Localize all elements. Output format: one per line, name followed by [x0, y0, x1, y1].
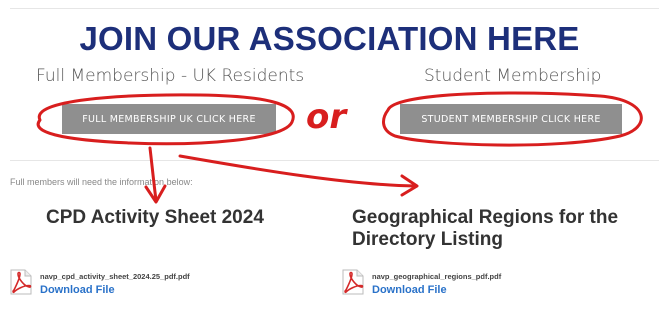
arrow-to-cpd — [148, 146, 158, 202]
regions-file-attachment: navp_geographical_regions_pdf.pdf Downlo… — [340, 268, 501, 296]
geographical-regions-title: Geographical Regions for the Directory L… — [352, 207, 619, 250]
full-membership-uk-button[interactable]: FULL MEMBERSHIP UK CLICK HERE — [62, 104, 276, 134]
regions-file-name: navp_geographical_regions_pdf.pdf — [372, 272, 502, 281]
page-headline: JOIN OUR ASSOCIATION HERE — [79, 20, 580, 57]
pdf-file-icon — [342, 269, 364, 295]
regions-download-link[interactable]: Download File — [372, 284, 501, 296]
or-annotation: or — [306, 97, 348, 137]
cpd-download-link[interactable]: Download File — [40, 284, 190, 296]
pdf-file-icon — [10, 269, 32, 295]
cpd-file-attachment: navp_cpd_activity_sheet_2024.25_pdf.pdf … — [8, 268, 190, 296]
cpd-file-name: navp_cpd_activity_sheet_2024.25_pdf.pdf — [40, 272, 190, 281]
top-divider — [10, 8, 659, 9]
student-membership-label: Student Membership — [424, 66, 602, 86]
section-divider — [10, 160, 659, 161]
full-membership-label: Full Membership - UK Residents — [36, 66, 305, 86]
cpd-sheet-title: CPD Activity Sheet 2024 — [46, 207, 264, 228]
student-membership-button[interactable]: STUDENT MEMBERSHIP CLICK HERE — [400, 104, 622, 134]
info-note: Full members will need the information b… — [10, 177, 193, 187]
